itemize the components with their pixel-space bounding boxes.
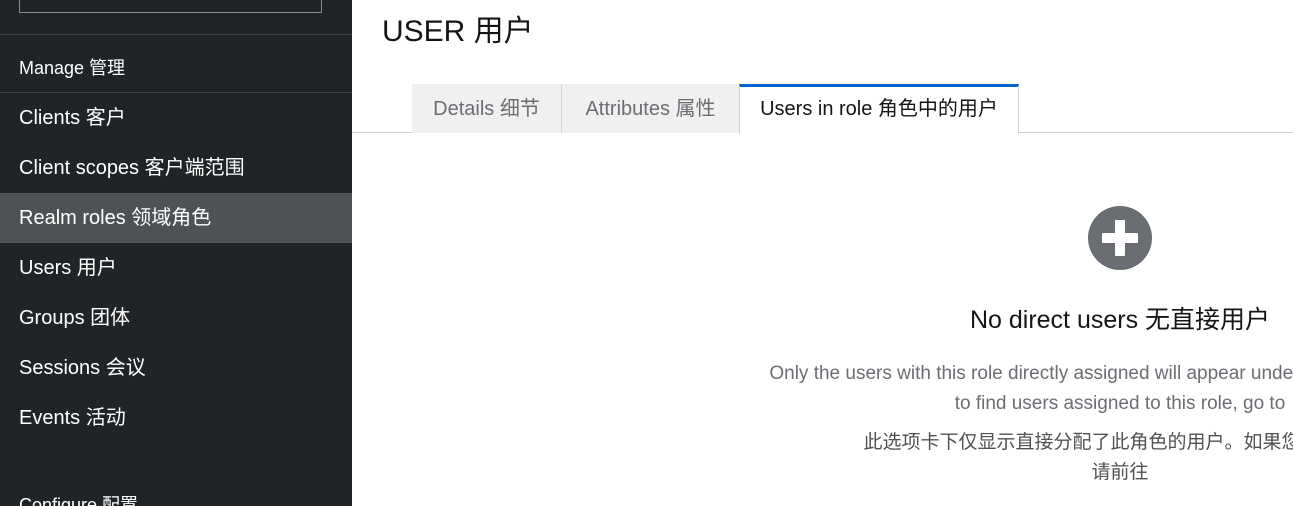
section-title-configure: Configure 配置 bbox=[19, 495, 139, 506]
tab-attributes[interactable]: Attributes 属性 bbox=[562, 84, 740, 133]
section-title-manage: Manage 管理 bbox=[19, 58, 126, 78]
sidebar: Manage 管理 Clients 客户 Client scopes 客户端范围… bbox=[0, 0, 352, 506]
tab-label: Details 细节 bbox=[433, 98, 540, 120]
empty-state-body-en-line1: Only the users with this role directly a… bbox=[769, 363, 1293, 384]
empty-state-title: No direct users 无直接用户 bbox=[969, 306, 1271, 334]
sidebar-item-events[interactable]: Events 活动 bbox=[0, 393, 352, 443]
tab-label: Users in role 角色中的用户 bbox=[760, 98, 998, 120]
sidebar-item-label: Sessions 会议 bbox=[19, 357, 146, 379]
realm-selector[interactable] bbox=[19, 0, 322, 13]
tab-label: Attributes 属性 bbox=[585, 98, 716, 120]
sidebar-item-realm-roles[interactable]: Realm roles 领域角色 bbox=[0, 193, 352, 243]
sidebar-item-label: Events 活动 bbox=[19, 407, 126, 429]
sidebar-item-clients[interactable]: Clients 客户 bbox=[0, 93, 352, 143]
sidebar-item-label: Realm roles 领域角色 bbox=[19, 207, 212, 229]
app-window: Manage 管理 Clients 客户 Client scopes 客户端范围… bbox=[0, 0, 1293, 506]
sidebar-item-users[interactable]: Users 用户 bbox=[0, 243, 352, 293]
sidebar-item-label: Client scopes 客户端范围 bbox=[19, 157, 245, 179]
empty-state-body-zh-line2: 请前往 bbox=[1091, 462, 1149, 483]
sidebar-item-label: Users 用户 bbox=[19, 257, 117, 279]
page-title: USER 用户 bbox=[382, 15, 534, 48]
sidebar-item-groups[interactable]: Groups 团体 bbox=[0, 293, 352, 343]
sidebar-divider bbox=[0, 34, 352, 35]
sidebar-item-sessions[interactable]: Sessions 会议 bbox=[0, 343, 352, 393]
main-content: USER 用户 Details 细节 Attributes 属性 Users i… bbox=[352, 0, 1293, 506]
sidebar-item-label: Clients 客户 bbox=[19, 107, 126, 129]
tab-users-in-role[interactable]: Users in role 角色中的用户 bbox=[739, 84, 1019, 134]
plus-circle-icon bbox=[1088, 206, 1152, 270]
empty-state-body-en-line2: to find users assigned to this role, go … bbox=[954, 393, 1286, 414]
sidebar-item-client-scopes[interactable]: Client scopes 客户端范围 bbox=[0, 143, 352, 193]
tab-details[interactable]: Details 细节 bbox=[412, 84, 562, 133]
empty-state-body-zh-line1: 此选项卡下仅显示直接分配了此角色的用户。如果您需要查找 bbox=[863, 432, 1293, 453]
sidebar-item-label: Groups 团体 bbox=[19, 307, 131, 329]
